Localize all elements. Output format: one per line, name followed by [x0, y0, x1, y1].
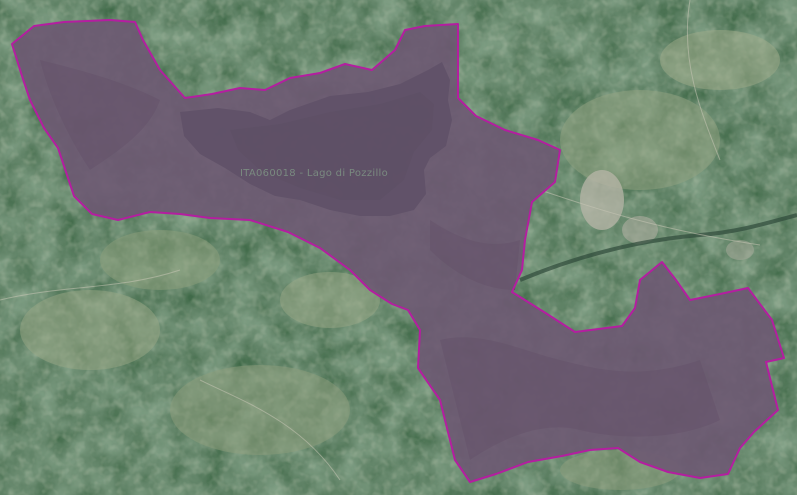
map-canvas[interactable]: ITA060018 - Lago di Pozzillo [0, 0, 797, 495]
area-label: ITA060018 - Lago di Pozzillo [240, 168, 388, 179]
satellite-map[interactable]: ITA060018 - Lago di Pozzillo [0, 0, 797, 495]
